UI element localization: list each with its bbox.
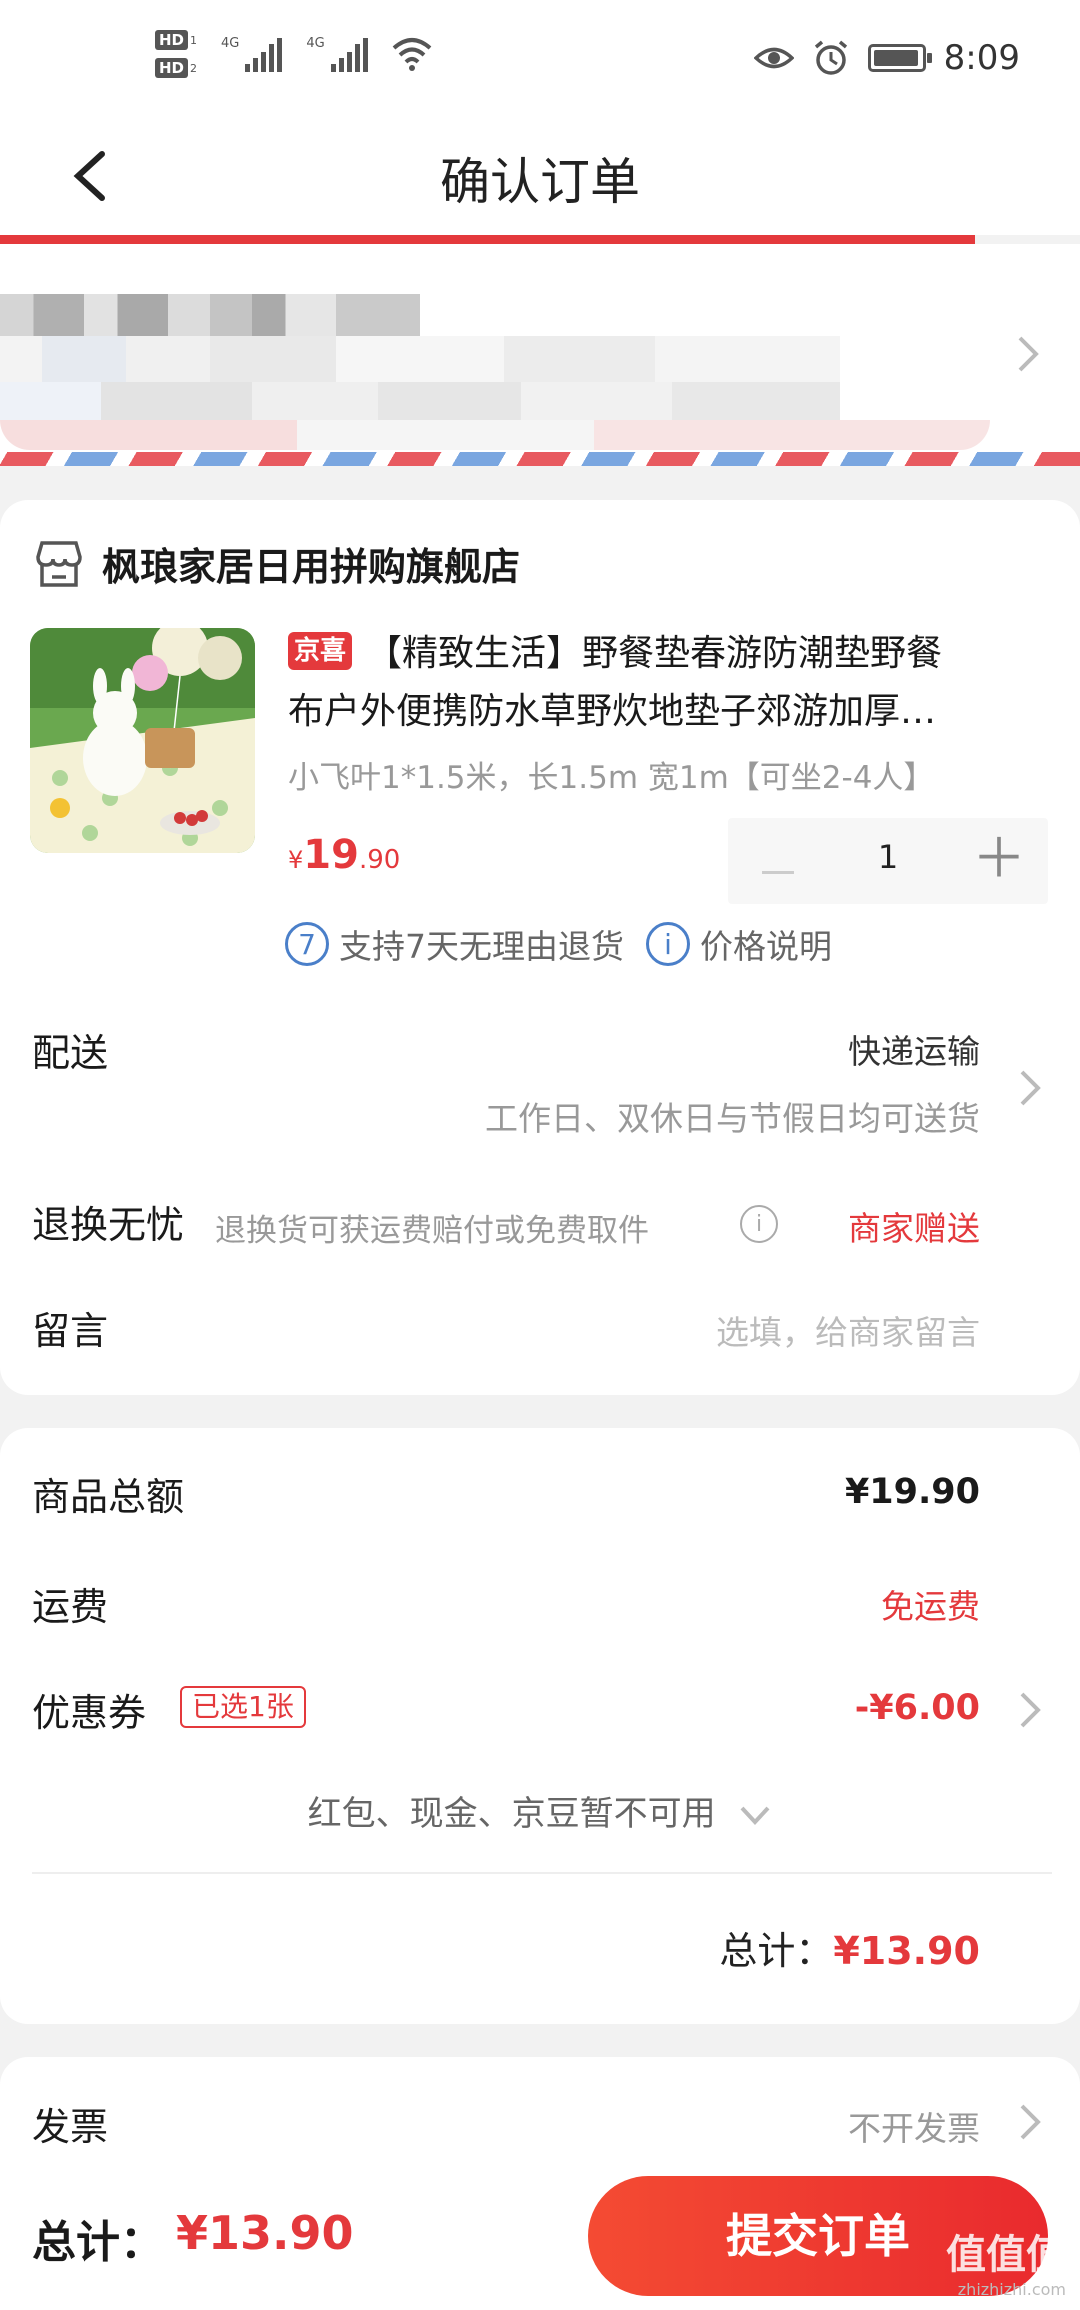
signal-1-icon: 4G bbox=[221, 36, 283, 72]
seven-day-return-icon: 7 bbox=[285, 922, 329, 966]
shop-header[interactable]: 枫琅家居日用拼购旗舰店 bbox=[32, 536, 520, 591]
shop-name: 枫琅家居日用拼购旗舰店 bbox=[102, 545, 521, 589]
shipping-value: 免运费 bbox=[881, 1587, 980, 1626]
nav-bar: 确认订单 bbox=[0, 120, 1080, 235]
goods-total-label: 商品总额 bbox=[32, 1475, 185, 1519]
checkout-footer: 总计： ¥13.90 提交订单 值值值 zhizhizhi.com bbox=[0, 2162, 1080, 2310]
address-redacted-line2 bbox=[0, 382, 840, 420]
shop-icon bbox=[36, 540, 82, 587]
page-title: 确认订单 bbox=[440, 153, 640, 211]
eye-icon bbox=[753, 47, 794, 69]
watermark-url: zhizhizhi.com bbox=[957, 2280, 1066, 2299]
address-selector[interactable] bbox=[0, 244, 1080, 454]
jingxi-tag: 京喜 bbox=[288, 632, 353, 670]
watermark-logo: 值值值 bbox=[946, 2232, 1066, 2278]
returns-label: 退换无忧 bbox=[32, 1203, 185, 1247]
delivery-note: 工作日、双休日与节假日均可送货 bbox=[485, 1099, 980, 1138]
decrease-button[interactable]: － bbox=[756, 838, 800, 902]
return-policy-text[interactable]: 支持7天无理由退货 bbox=[339, 920, 624, 968]
coupon-chevron-icon[interactable] bbox=[1018, 1690, 1042, 1730]
product-price: ¥19.90 bbox=[288, 832, 401, 878]
alarm-icon bbox=[814, 40, 847, 75]
address-redacted-name bbox=[0, 294, 420, 336]
product-title[interactable]: 京喜 【精致生活】野餐垫春游防潮垫野餐 布户外便携防水草野炊地垫子郊游加厚… bbox=[288, 625, 1058, 741]
returns-note: 退换货可获运费赔付或免费取件 bbox=[215, 1213, 649, 1249]
unavailable-notice[interactable]: 红包、现金、京豆暂不可用 bbox=[0, 1786, 1080, 1835]
coupon-selected-badge: 已选1张 bbox=[180, 1686, 306, 1728]
summary-total: 总计：¥13.90 bbox=[719, 1929, 980, 1973]
address-redacted-line1 bbox=[0, 336, 840, 382]
product-spec[interactable]: 小飞叶1*1.5米，长1.5m 宽1m【可坐2-4人】 bbox=[288, 752, 934, 797]
delivery-method[interactable]: 快递运输 bbox=[848, 1025, 980, 1073]
address-redacted-line3 bbox=[0, 420, 990, 450]
invoice-label: 发票 bbox=[32, 2105, 109, 2149]
message-label: 留言 bbox=[32, 1309, 109, 1353]
coupon-value[interactable]: -¥6.00 bbox=[855, 1688, 980, 1728]
invoice-chevron-icon[interactable] bbox=[1018, 2102, 1042, 2142]
message-input[interactable]: 选填，给商家留言 bbox=[716, 1306, 980, 1354]
shipping-label: 运费 bbox=[32, 1585, 109, 1629]
goods-total-value: ¥19.90 bbox=[844, 1472, 980, 1512]
address-envelope-stripe bbox=[0, 452, 1080, 466]
product-image[interactable] bbox=[30, 628, 255, 853]
footer-total-label: 总计： bbox=[32, 2217, 164, 2268]
wifi-icon bbox=[392, 38, 432, 71]
delivery-label: 配送 bbox=[32, 1031, 109, 1075]
nav-underline bbox=[0, 235, 975, 244]
delivery-chevron-icon[interactable] bbox=[1018, 1068, 1042, 1108]
coupon-label: 优惠券 bbox=[32, 1691, 147, 1735]
signal-2-icon: 4G bbox=[306, 36, 368, 72]
chevron-down-icon bbox=[740, 1806, 770, 1825]
returns-value: 商家赠送 bbox=[848, 1209, 980, 1248]
chevron-right-icon bbox=[1018, 336, 1039, 372]
clock: 8:09 bbox=[943, 38, 1020, 78]
info-icon: i bbox=[646, 922, 690, 966]
battery-icon bbox=[867, 44, 932, 72]
increase-button[interactable]: ＋ bbox=[972, 832, 1026, 886]
quantity-stepper: － 1 ＋ bbox=[728, 818, 1048, 904]
status-bar: HD 1 HD 2 4G 4G 8:09 bbox=[0, 0, 1080, 120]
invoice-value: 不开发票 bbox=[848, 2109, 980, 2148]
service-tags: 7 支持7天无理由退货 i 价格说明 bbox=[285, 920, 832, 968]
quantity-value[interactable]: 1 bbox=[858, 838, 918, 876]
shop-card: 枫琅家居日用拼购旗舰店 京喜 【精致生活】野餐垫春游防潮垫野餐 布户外便携防水草野 bbox=[0, 500, 1080, 1395]
signal-indicators: HD 1 HD 2 4G 4G bbox=[155, 30, 434, 78]
summary-divider bbox=[32, 1872, 1052, 1874]
price-explanation-link[interactable]: 价格说明 bbox=[700, 920, 832, 968]
hd2-indicator: HD 2 bbox=[155, 58, 197, 78]
footer-total-value: ¥13.90 bbox=[176, 2206, 354, 2260]
hd1-indicator: HD 1 bbox=[155, 30, 197, 50]
returns-info-icon[interactable]: i bbox=[740, 1205, 778, 1243]
